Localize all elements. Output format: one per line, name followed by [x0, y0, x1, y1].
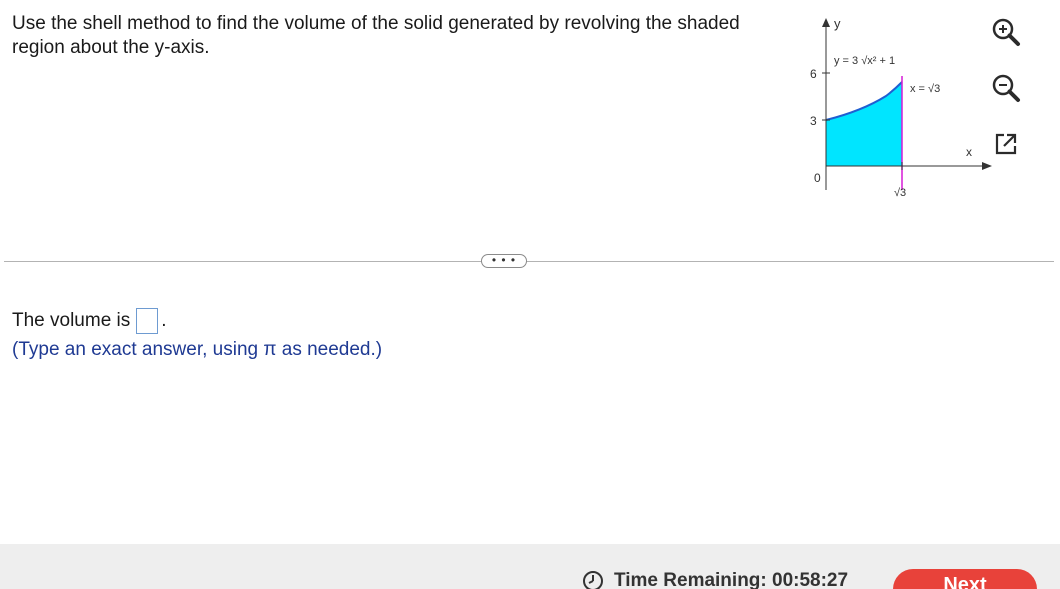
- answer-line: The volume is .: [12, 308, 167, 334]
- curve-label: y = 3 √x² + 1: [834, 55, 895, 67]
- pop-out-icon: [995, 133, 1017, 155]
- zoom-in-icon: [992, 18, 1020, 46]
- answer-suffix: .: [161, 310, 167, 331]
- zoom-in-button[interactable]: [988, 14, 1024, 50]
- y-tick-3-label: 3: [810, 114, 817, 128]
- answer-prefix: The volume is: [12, 310, 131, 331]
- section-divider: [4, 261, 1054, 262]
- x-tick-root3-label: √3: [894, 187, 906, 199]
- graph-svg: y x y = 3 √x² + 1 x = √3 6 3 0 √3: [810, 16, 992, 199]
- answer-hint: (Type an exact answer, using π as needed…: [12, 339, 383, 360]
- answer-input[interactable]: [136, 308, 159, 334]
- timer-label: Time Remaining: 00:58:27: [614, 570, 849, 589]
- zoom-out-icon: [992, 74, 1020, 102]
- origin-label: 0: [814, 171, 821, 185]
- line-label: x = √3: [910, 83, 940, 95]
- show-more-button[interactable]: • • •: [481, 254, 527, 268]
- zoom-out-button[interactable]: [988, 70, 1024, 106]
- x-axis-label: x: [966, 145, 972, 159]
- shaded-region: [826, 82, 902, 166]
- question-text: Use the shell method to find the volume …: [12, 13, 740, 58]
- graph-tools: [988, 14, 1028, 182]
- pop-out-button[interactable]: [988, 126, 1024, 162]
- clock-icon: [583, 571, 603, 589]
- y-axis-label: y: [834, 16, 841, 31]
- next-button[interactable]: Next: [893, 569, 1037, 589]
- time-remaining: Time Remaining: 00:58:27: [582, 570, 848, 589]
- y-axis-arrow: [822, 18, 830, 27]
- y-tick-6-label: 6: [810, 67, 817, 81]
- graph: y x y = 3 √x² + 1 x = √3 6 3 0 √3: [790, 10, 1000, 210]
- footer-bar: Time Remaining: 00:58:27 Next: [0, 544, 1060, 589]
- page: Use the shell method to find the volume …: [0, 0, 1060, 589]
